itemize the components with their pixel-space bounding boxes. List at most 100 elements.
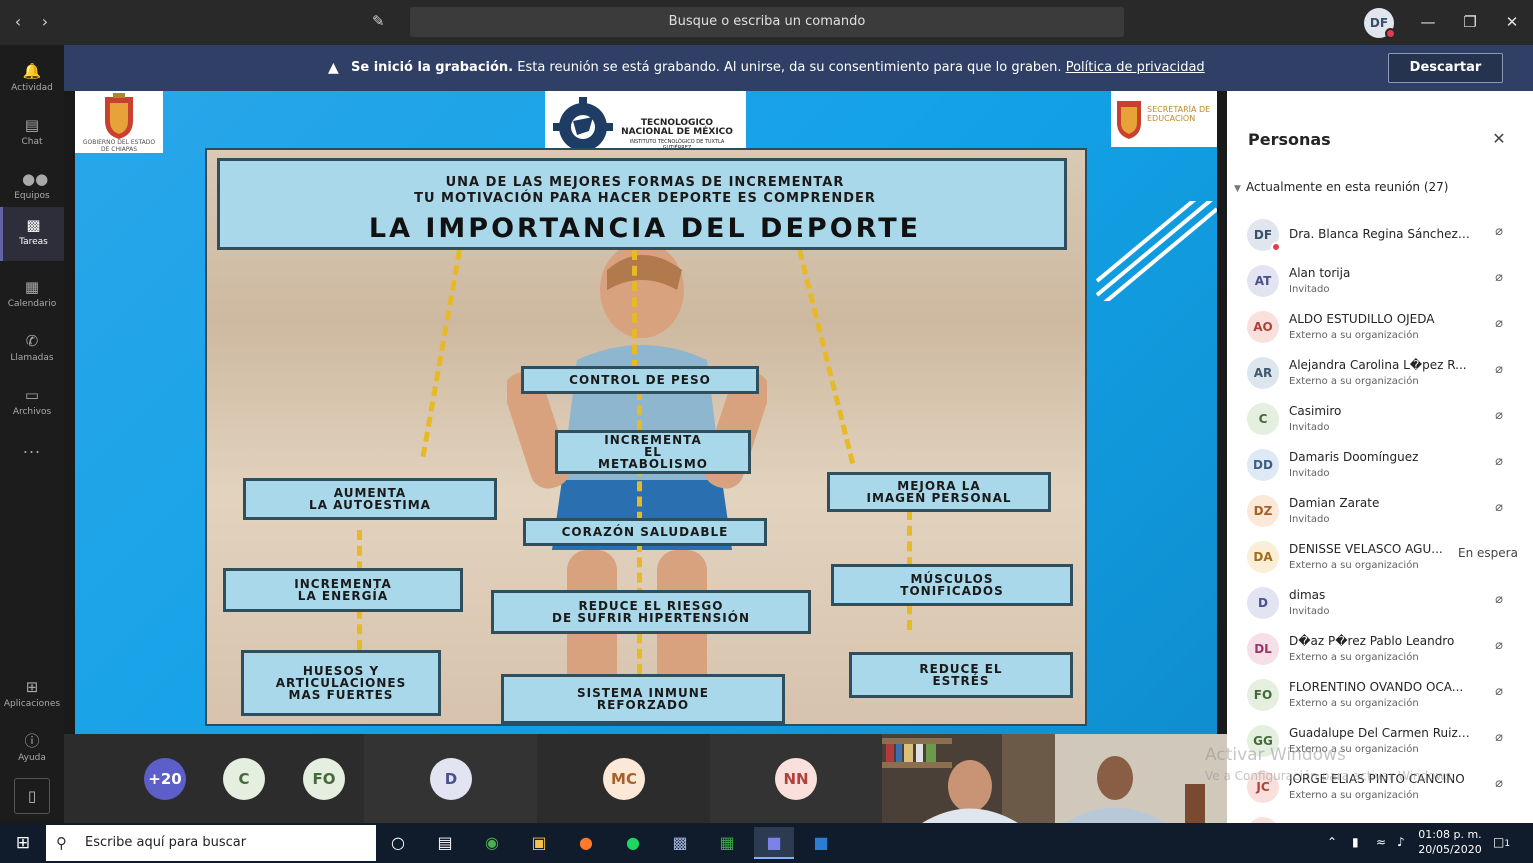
cortana-icon[interactable]: ○ xyxy=(378,827,418,859)
tray-chevron-up-icon[interactable]: ⌃ xyxy=(1327,834,1337,850)
participant-avatar: D xyxy=(430,758,472,800)
participant-tile-group: +20 C FO xyxy=(64,734,364,823)
taskbar-search-box[interactable]: ⚲ Escribe aquí para buscar xyxy=(46,825,376,861)
rail-item-chat[interactable]: ▤ Chat xyxy=(0,107,64,159)
rail-item-teams[interactable]: ●● Equipos xyxy=(0,161,64,213)
back-arrow-icon[interactable]: ‹ xyxy=(8,12,28,32)
poster-header: UNA DE LAS MEJORES FORMAS DE INCREMENTAR… xyxy=(217,158,1067,250)
rail-item-assignments[interactable]: ▩ Tareas xyxy=(0,207,64,261)
search-icon: ⚲ xyxy=(56,834,67,852)
participant-tile[interactable]: NN xyxy=(710,734,882,823)
participant-name: FLORENTINO OVANDO OCA... xyxy=(1289,680,1464,694)
teams-taskbar-icon[interactable]: ■ xyxy=(754,827,794,859)
bell-icon: 🔔 xyxy=(22,62,42,80)
participant-row[interactable]: AR Alejandra Carolina L�pez R... Externo a… xyxy=(1227,357,1533,403)
tag-energia: INCREMENTA LA ENERGÍA xyxy=(223,568,463,612)
compose-icon[interactable]: ✎ xyxy=(372,12,392,32)
mic-muted-icon[interactable]: ⌀ xyxy=(1490,775,1508,793)
task-view-icon[interactable]: ▤ xyxy=(425,827,465,859)
tray-battery-icon[interactable]: ▮ xyxy=(1352,834,1359,850)
excel-icon[interactable]: ▦ xyxy=(707,827,747,859)
participant-row[interactable]: DD Damaris Doomínguez Invitado ⌀ xyxy=(1227,449,1533,495)
status-dot xyxy=(1271,242,1281,252)
spotify-icon[interactable]: ● xyxy=(613,827,653,859)
close-icon[interactable]: ✕ xyxy=(1500,10,1524,34)
group-header[interactable]: ▼ Actualmente en esta reunión (27) xyxy=(1234,180,1448,194)
mic-muted-icon[interactable]: ⌀ xyxy=(1490,637,1508,655)
tray-wifi-icon[interactable]: ≈ xyxy=(1376,834,1386,850)
mic-muted-icon[interactable]: ⌀ xyxy=(1490,269,1508,287)
participant-tile[interactable]: MC xyxy=(537,734,710,823)
photos-icon[interactable]: ▩ xyxy=(660,827,700,859)
mic-muted-icon[interactable]: ⌀ xyxy=(1490,683,1508,701)
participant-row[interactable]: AT Alan torija Invitado ⌀ xyxy=(1227,265,1533,311)
rail-item-activity[interactable]: 🔔 Actividad xyxy=(0,53,64,105)
shared-content-stage: GOBIERNO DEL ESTADO DE CHIAPAS TECNOLOGI… xyxy=(64,91,1227,734)
participant-row[interactable]: DL D�az P�rez Pablo Leandro Externo a su o… xyxy=(1227,633,1533,679)
user-avatar[interactable]: DF xyxy=(1364,8,1396,39)
word-icon[interactable]: ■ xyxy=(801,827,841,859)
minimize-icon[interactable]: — xyxy=(1416,10,1440,34)
participant-name: DENISSE VELASCO AGU... xyxy=(1289,542,1443,556)
rail-item-calendar[interactable]: ▦ Calendario xyxy=(0,269,64,321)
participant-avatar: D xyxy=(1247,587,1279,619)
participant-video[interactable] xyxy=(882,734,1055,823)
participant-row[interactable]: Ddimas Invitado ⌀ xyxy=(1227,587,1533,633)
windows-start-icon[interactable]: ⊞ xyxy=(0,823,46,863)
banner-bold: Se inició la grabación. xyxy=(351,60,514,75)
firefox-icon[interactable]: ● xyxy=(566,827,606,859)
maximize-icon[interactable]: ❐ xyxy=(1458,10,1482,34)
tag-autoestima: AUMENTA LA AUTOESTIMA xyxy=(243,478,497,520)
tray-volume-icon[interactable]: ♪ xyxy=(1397,834,1405,850)
chrome-icon[interactable]: ◉ xyxy=(472,827,512,859)
participant-row[interactable]: DZ Damian Zarate Invitado ⌀ xyxy=(1227,495,1533,541)
participant-row[interactable]: DA DENISSE VELASCO AGU... Externo a su org… xyxy=(1227,541,1533,587)
file-explorer-icon[interactable]: ▣ xyxy=(519,827,559,859)
rail-item-help[interactable]: ⓘ Ayuda xyxy=(0,723,64,775)
user-initials: DF xyxy=(1369,16,1389,30)
mic-muted-icon[interactable]: ⌀ xyxy=(1490,729,1508,747)
participant-role: Externo a su organización xyxy=(1289,376,1419,387)
participant-name: Guadalupe Del Carmen Ruiz ... xyxy=(1289,726,1471,740)
dismiss-button[interactable]: Descartar xyxy=(1388,53,1503,83)
command-search-input[interactable]: Busque o escriba un comando xyxy=(410,7,1124,37)
participant-row[interactable]: C Casimiro Invitado ⌀ xyxy=(1227,403,1533,449)
participant-row[interactable]: DF Dra. Blanca Regina Sánchez ... ⌀ xyxy=(1227,219,1533,265)
mic-muted-icon[interactable]: ⌀ xyxy=(1490,407,1508,425)
privacy-policy-link[interactable]: Política de privacidad xyxy=(1066,60,1205,75)
mic-muted-icon[interactable]: ⌀ xyxy=(1490,361,1508,379)
participant-avatar[interactable]: C xyxy=(223,758,265,800)
tag-control-peso: CONTROL DE PESO xyxy=(521,366,759,394)
mic-muted-icon[interactable]: ⌀ xyxy=(1490,315,1508,333)
rail-item-apps[interactable]: ⊞ Aplicaciones xyxy=(0,669,64,721)
mic-muted-icon[interactable]: ⌀ xyxy=(1490,591,1508,609)
participant-tile[interactable]: D xyxy=(364,734,537,823)
mic-muted-icon[interactable]: ⌀ xyxy=(1490,223,1508,241)
taskbar-clock[interactable]: 01:08 p. m. 20/05/2020 xyxy=(1418,827,1482,857)
participant-avatar: DA xyxy=(1247,541,1279,573)
clock-date: 20/05/2020 xyxy=(1418,843,1482,856)
participant-avatar: FO xyxy=(1247,679,1279,711)
participant-avatar[interactable]: FO xyxy=(303,758,345,800)
close-panel-icon[interactable]: ✕ xyxy=(1489,129,1509,149)
participant-role: Invitado xyxy=(1289,284,1330,295)
mobile-device-icon[interactable]: ▯ xyxy=(14,778,50,814)
participant-video[interactable] xyxy=(1055,734,1227,823)
apps-icon: ⊞ xyxy=(25,678,39,696)
overflow-participants-button[interactable]: +20 xyxy=(144,758,186,800)
rail-item-files[interactable]: ▭ Archivos xyxy=(0,377,64,429)
more-apps-icon[interactable]: ... xyxy=(0,438,64,457)
participant-row[interactable]: FO FLORENTINO OVANDO OCA... Externo a su o… xyxy=(1227,679,1533,725)
mic-muted-icon[interactable]: ⌀ xyxy=(1490,499,1508,517)
participant-avatar: DL xyxy=(1247,633,1279,665)
mic-muted-icon[interactable]: ⌀ xyxy=(1490,453,1508,471)
notifications-icon[interactable]: □1 xyxy=(1493,834,1510,852)
participant-name: ALDO ESTUDILLO OJEDA xyxy=(1289,312,1435,326)
tag-sistema-inmune: SISTEMA INMUNE REFORZADO xyxy=(501,674,785,724)
rail-item-calls[interactable]: ✆ Llamadas xyxy=(0,323,64,375)
participant-row[interactable]: AO ALDO ESTUDILLO OJEDA Externo a su organ… xyxy=(1227,311,1533,357)
participant-role: Invitado xyxy=(1289,514,1330,525)
secretaria-logo-text: SECRETARÍA DE EDUCACIÓN xyxy=(1147,105,1211,123)
forward-arrow-icon[interactable]: › xyxy=(35,12,55,32)
connector-line xyxy=(632,250,637,370)
